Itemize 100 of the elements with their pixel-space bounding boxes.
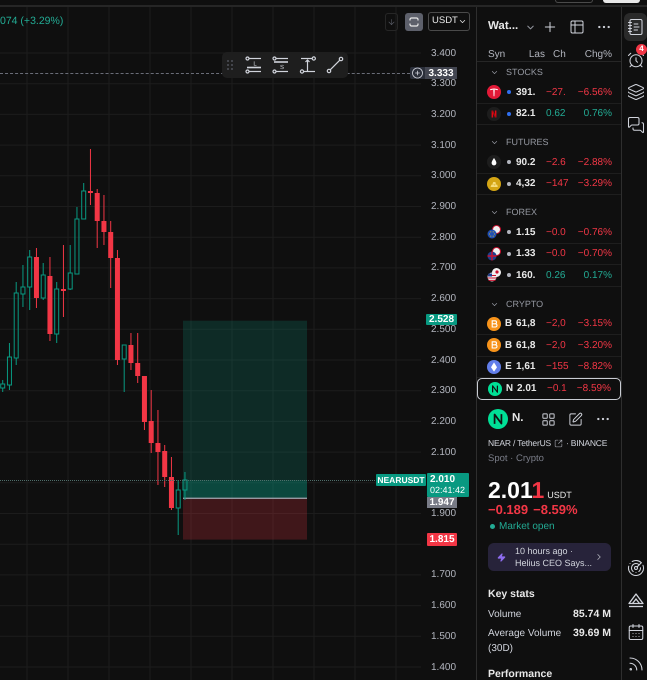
watchlist-row[interactable]: E 1,61 −155 −8.82%: [477, 356, 621, 378]
sidebar-tab[interactable]: 4: [624, 46, 647, 74]
percent-change: −3.15%: [576, 317, 612, 332]
last-price: 1.15: [516, 226, 536, 240]
exchange-name: · BINANCE: [566, 436, 608, 450]
percent-change: −2.88%: [576, 156, 612, 170]
price-change: 0.26: [546, 268, 566, 283]
last-price: 160.: [516, 268, 536, 283]
rss-icon[interactable]: [626, 655, 644, 673]
watchlist-row[interactable]: B 61,8 −2,0 −3.15%: [477, 314, 621, 335]
section-header[interactable]: CRYPTO: [477, 286, 621, 314]
last-price: 391.: [516, 86, 536, 100]
coin-icon: [487, 338, 501, 352]
triangles-icon[interactable]: [626, 591, 644, 609]
grid-icon[interactable]: [541, 412, 556, 426]
coin-icon: [487, 360, 501, 374]
symbol-label: NEARUSDT: [376, 474, 426, 486]
chevron-down-icon[interactable]: [490, 208, 499, 217]
stat-value: 39.69 M: [573, 626, 611, 641]
price-axis-label: 2.700: [431, 263, 456, 272]
drop-icon: [487, 155, 501, 170]
price-range-icon[interactable]: [299, 56, 317, 74]
watchlist-row[interactable]: 1.15 −0.0 −0.76%: [477, 222, 621, 244]
price-change: −0.0: [546, 247, 567, 262]
chevron-down-icon[interactable]: [490, 68, 499, 77]
price-axis-label: 3.300: [431, 79, 456, 88]
price-axis-label: 1.900: [431, 509, 456, 518]
alert-price-label: 3.333: [425, 67, 457, 79]
watchlist-row[interactable]: B 61,8 −2,0 −3.20%: [477, 335, 621, 356]
plus-circle-icon[interactable]: [410, 67, 425, 79]
chevron-down-icon[interactable]: [490, 138, 499, 147]
layers-icon[interactable]: [626, 83, 644, 101]
edit-icon[interactable]: [568, 412, 583, 426]
price-axis-label: 1.600: [431, 601, 456, 610]
chevron-down-icon[interactable]: [458, 17, 467, 26]
sidebar-tab[interactable]: [624, 13, 647, 41]
section-header[interactable]: FUTURES: [477, 125, 621, 152]
price-axis-label: 2.200: [431, 416, 456, 426]
coin-icon: [488, 382, 502, 396]
price-change: −0.189: [488, 501, 528, 520]
toolbar-button[interactable]: [603, 0, 640, 3]
watchlist-row[interactable]: 82.1 0.62 0.76%: [477, 104, 621, 125]
stop-price-label: 1.815: [427, 533, 457, 546]
external-link-icon[interactable]: [554, 438, 563, 448]
table-icon[interactable]: [569, 19, 585, 35]
watchlist-row[interactable]: 1.33 −0.0 −0.70%: [477, 244, 621, 265]
column-header[interactable]: Chg%: [574, 46, 612, 62]
scale-toggle-button[interactable]: [405, 12, 423, 30]
percent-change: −8.82%: [576, 360, 612, 374]
price-change: −27.: [546, 86, 567, 100]
news-card[interactable]: 10 hours ago · Helius CEO Says...: [488, 543, 611, 571]
price-axis-label: 3.400: [431, 48, 456, 58]
legend-change: 074 (+3.29%): [0, 15, 64, 28]
coin-icon: [488, 409, 508, 429]
currency-select[interactable]: USDT: [428, 12, 470, 31]
watchlist-menu-button[interactable]: Wat...: [488, 18, 536, 36]
price-change: −2,0: [546, 317, 567, 332]
column-header[interactable]: Las: [517, 46, 547, 62]
percent-change: 0.17%: [582, 268, 612, 283]
column-header[interactable]: Syn: [488, 46, 517, 62]
price-axis-label: 1.400: [431, 662, 456, 672]
watchlist-row[interactable]: 4,32 −147 −3.29%: [477, 174, 621, 195]
watchlist-row[interactable]: 90.2 −2.6 −2.88%: [477, 152, 621, 174]
price-axis-label: 2.800: [431, 232, 456, 242]
news-headline: Helius CEO Says...: [515, 557, 592, 569]
stat-label: Volume: [488, 608, 522, 622]
price-axis-label: 3.100: [431, 140, 456, 150]
flags-icon: [487, 268, 501, 282]
symbol-ticker: B: [504, 317, 512, 332]
trend-line-icon[interactable]: [326, 56, 344, 74]
drag-handle-icon[interactable]: [226, 59, 234, 71]
section-header[interactable]: FOREX: [477, 195, 621, 222]
flags-icon: [487, 246, 501, 261]
radar-icon[interactable]: [626, 559, 644, 577]
watchlist-row[interactable]: 391. −27. −6.56%: [477, 82, 621, 104]
news-time: 10 hours ago ·: [515, 545, 574, 557]
market-type: Spot · Crypto: [488, 453, 545, 465]
price-change: 0.62: [546, 107, 566, 122]
loop-icon[interactable]: [408, 16, 420, 28]
price-axis-label: 1.700: [431, 570, 456, 580]
price-axis-label: 3.200: [431, 110, 456, 119]
price-axis-label: 2.900: [431, 202, 456, 211]
price-axis-label: 2.600: [431, 294, 456, 304]
percent-change: −3.29%: [576, 177, 612, 192]
notebook-icon[interactable]: [626, 18, 644, 36]
percent-change: −6.56%: [576, 86, 612, 100]
calendar-icon[interactable]: [626, 623, 644, 641]
section-header[interactable]: STOCKS: [477, 62, 621, 82]
price-change: −2,0: [546, 338, 567, 353]
company-logo-icon: [487, 85, 501, 100]
column-header[interactable]: Ch: [547, 46, 574, 62]
plus-icon[interactable]: [542, 19, 558, 35]
price-axis-label: 3.000: [431, 171, 456, 180]
section-title: Performance: [488, 668, 554, 680]
chat-icon[interactable]: [626, 116, 644, 134]
price-change: −147: [546, 177, 570, 192]
watchlist-row[interactable]: N 2.01 −0.1 −8.59%: [477, 378, 621, 400]
last-price: 61,8: [516, 338, 536, 353]
watchlist-row[interactable]: 160. 0.26 0.17%: [477, 265, 621, 286]
alarm-clock-icon[interactable]: [626, 50, 644, 68]
